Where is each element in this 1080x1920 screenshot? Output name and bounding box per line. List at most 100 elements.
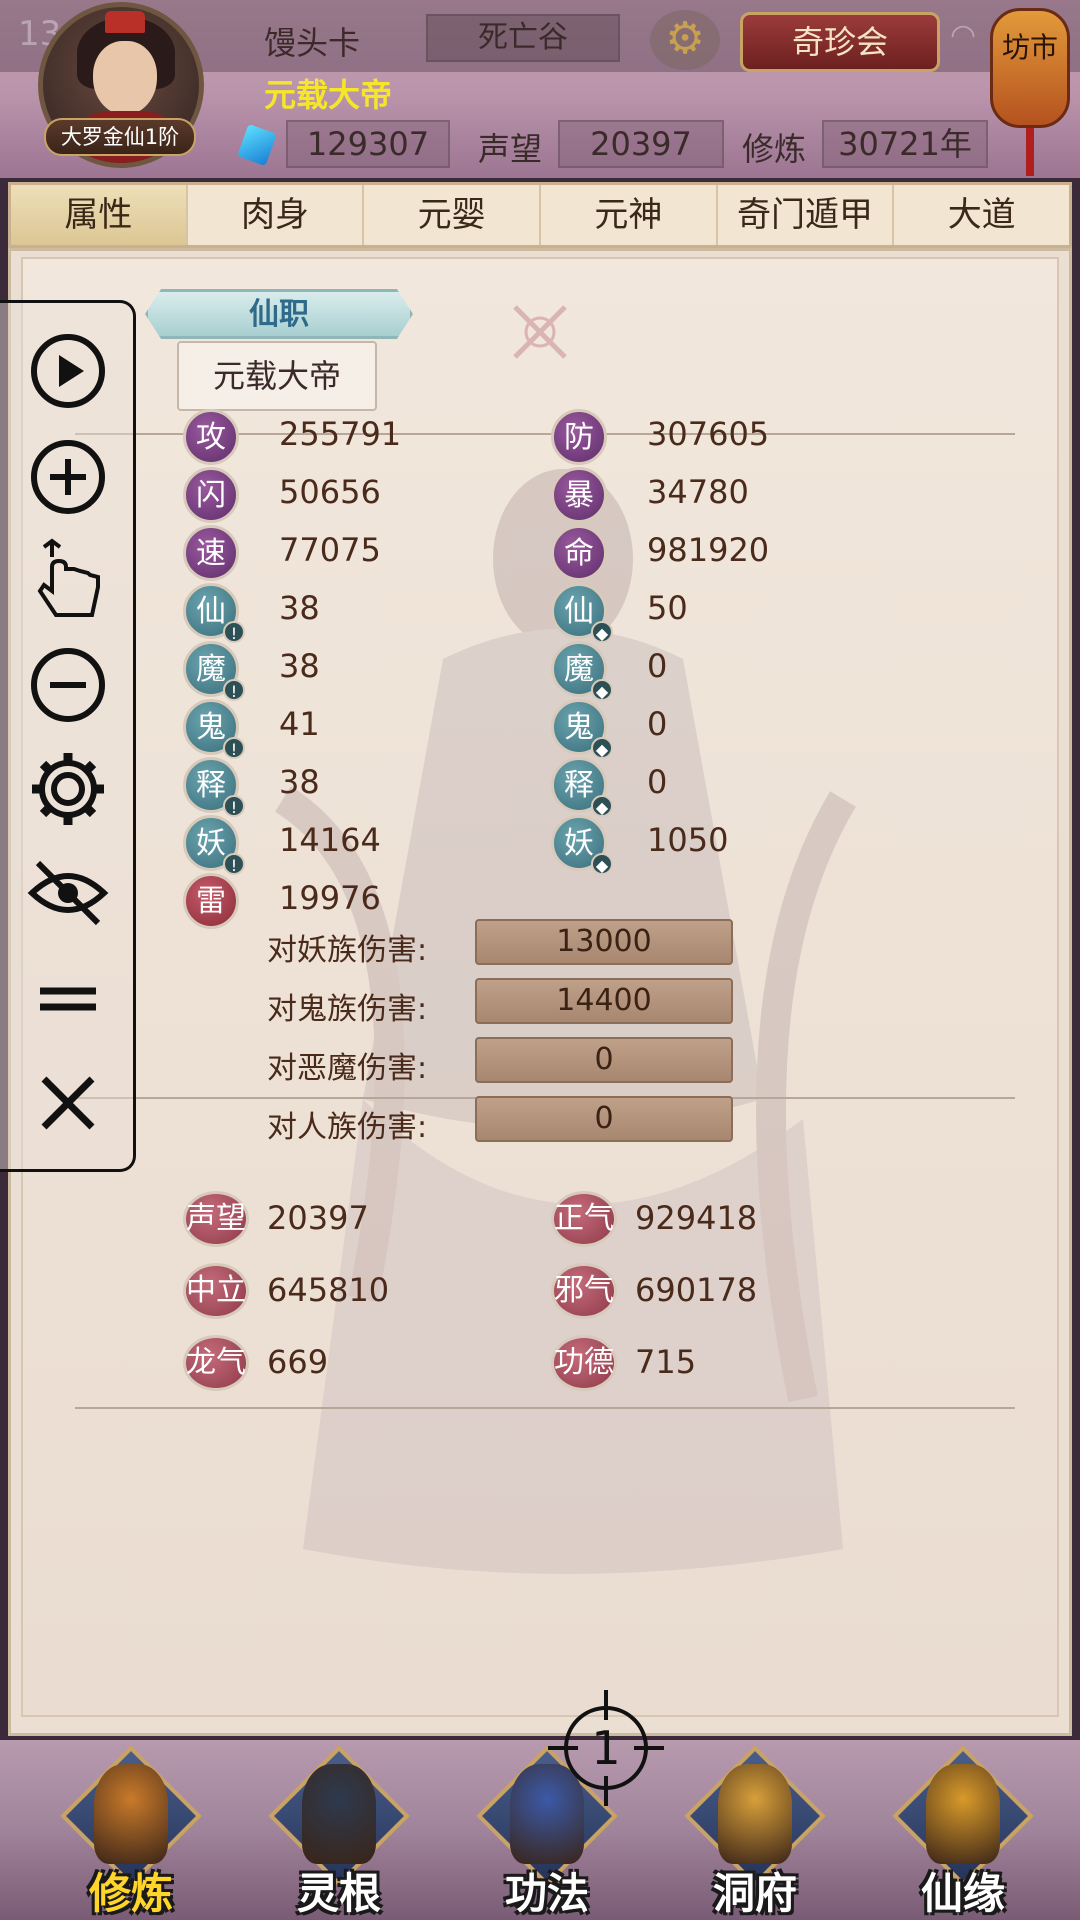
stat-row: 雷 19976 — [183, 873, 483, 929]
shield-badge-icon: ◆ — [591, 679, 613, 701]
stat-value: 38 — [279, 763, 320, 801]
area-name: 死亡谷 — [426, 14, 620, 62]
eye-off-icon[interactable] — [26, 851, 110, 935]
nav-fate-button[interactable]: 仙缘 — [888, 1745, 1038, 1918]
nav-cultivate-button[interactable]: 修炼 — [56, 1745, 206, 1918]
rank-value: 元载大帝 — [177, 341, 377, 411]
tab-3[interactable]: 元神 — [541, 185, 718, 245]
gem-icon — [237, 123, 277, 167]
reputation-icon: 声望 — [183, 1191, 249, 1247]
cultivation-value: 30721年 — [822, 120, 988, 168]
nav-label: 灵根 — [296, 1869, 381, 1918]
nav-spirit-root-button[interactable]: 灵根 — [264, 1745, 414, 1918]
stat-icon: 暴 — [551, 467, 607, 523]
gems-value: 129307 — [286, 120, 450, 168]
player-id: 馒头卡 — [264, 24, 361, 62]
stat-value: 34780 — [647, 473, 749, 511]
nav-label: 功法 — [504, 1869, 589, 1918]
minus-circle-icon[interactable] — [26, 643, 110, 727]
crosshair-icon[interactable]: 1 — [548, 1690, 664, 1806]
stat-icon: 雷 — [183, 873, 239, 929]
reputation-label: 声望 — [478, 130, 543, 168]
stat-row: 妖 ◆ 1050 — [551, 815, 851, 875]
stat-row: 鬼 ◆ 0 — [551, 699, 851, 759]
cave-dwelling-icon — [718, 1764, 792, 1864]
close-icon[interactable] — [26, 1061, 110, 1145]
tab-0[interactable]: 属性 — [11, 185, 188, 245]
swipe-hand-icon[interactable] — [26, 537, 110, 621]
wifi-icon: ◠ — [950, 18, 977, 53]
stat-row: 仙! 38 — [183, 583, 483, 643]
stat-row: 防 307605 — [551, 409, 851, 465]
stat-row: 仙 ◆ 50 — [551, 583, 851, 643]
reputation-value: 715 — [635, 1343, 697, 1381]
market-button[interactable]: 奇珍会 — [740, 12, 940, 72]
stat-icon: 闪 — [183, 467, 239, 523]
tab-5[interactable]: 大道 — [894, 185, 1069, 245]
reputation-value: 20397 — [267, 1199, 369, 1237]
stat-row: 速 77075 — [183, 525, 483, 581]
stat-row: 鬼! 41 — [183, 699, 483, 759]
damage-label: 对恶魔伤害: — [267, 1051, 428, 1086]
alert-badge-icon: ! — [223, 737, 245, 759]
stat-value: 41 — [279, 705, 320, 743]
stat-value: 307605 — [647, 415, 770, 453]
top-header: 13:36 ◠ 大罗金仙1阶 馒头卡 死亡谷 元载大帝 ⚙ 奇珍会 坊市 129… — [0, 0, 1080, 178]
reputation-value: 20397 — [558, 120, 724, 168]
double-line-icon[interactable] — [26, 957, 110, 1041]
lantern-market-button[interactable]: 坊市 — [990, 8, 1070, 128]
settings-gear-icon[interactable]: ⚙ — [650, 10, 720, 70]
gear-icon[interactable] — [26, 747, 110, 831]
alert-badge-icon: ! — [223, 679, 245, 701]
player-title: 元载大帝 — [264, 76, 393, 114]
tab-1[interactable]: 肉身 — [188, 185, 365, 245]
shield-badge-icon: ◆ — [591, 853, 613, 875]
stat-row: 释 ◆ 0 — [551, 757, 851, 817]
tab-2[interactable]: 元婴 — [364, 185, 542, 245]
stat-row: 闪 50656 — [183, 467, 483, 523]
stat-value: 255791 — [279, 415, 402, 453]
alert-badge-icon: ! — [223, 853, 245, 875]
alert-badge-icon: ! — [223, 795, 245, 817]
stat-value: 0 — [647, 763, 668, 801]
nav-label: 洞府 — [712, 1869, 797, 1918]
stat-icon: 防 — [551, 409, 607, 465]
stat-value: 50 — [647, 589, 688, 627]
attribute-panel: 仙职 元载大帝 攻 255791 闪 50656 速 77075 仙! 38 魔! 38 鬼! 41 释… — [8, 248, 1072, 1736]
damage-value: 0 — [475, 1096, 733, 1142]
reputation-icon: 功德 — [551, 1335, 617, 1391]
stat-row: 暴 34780 — [551, 467, 851, 523]
reputation-value: 669 — [267, 1343, 329, 1381]
shield-badge-icon: ◆ — [591, 795, 613, 817]
stat-row: 魔 ◆ 0 — [551, 641, 851, 701]
play-icon[interactable] — [26, 329, 110, 413]
fate-icon — [926, 1764, 1000, 1864]
stat-row: 攻 255791 — [183, 409, 483, 465]
crossed-swords-emblem-icon — [513, 305, 567, 359]
stat-row: 命 981920 — [551, 525, 851, 581]
reputation-icon: 正气 — [551, 1191, 617, 1247]
stat-value: 38 — [279, 589, 320, 627]
reputation-icon: 邪气 — [551, 1263, 617, 1319]
shield-badge-icon: ◆ — [591, 621, 613, 643]
stat-value: 19976 — [279, 879, 381, 917]
nav-label: 修炼 — [88, 1869, 173, 1918]
crosshair-label: 1 — [591, 1721, 620, 1775]
tab-4[interactable]: 奇门遁甲 — [718, 185, 895, 245]
reputation-icon: 中立 — [183, 1263, 249, 1319]
stat-value: 1050 — [647, 821, 729, 859]
rank-section-title: 仙职 — [145, 289, 413, 339]
damage-label: 对鬼族伤害: — [267, 992, 428, 1027]
cultivate-icon — [94, 1764, 168, 1864]
plus-circle-icon[interactable] — [26, 435, 110, 519]
rank-badge: 大罗金仙1阶 — [44, 118, 196, 156]
reputation-icon: 龙气 — [183, 1335, 249, 1391]
spirit-root-icon — [302, 1764, 376, 1864]
stat-row: 妖! 14164 — [183, 815, 483, 875]
reputation-value: 645810 — [267, 1271, 390, 1309]
stat-value: 981920 — [647, 531, 770, 569]
damage-value: 0 — [475, 1037, 733, 1083]
lantern-tassel — [1026, 128, 1034, 176]
stat-icon: 命 — [551, 525, 607, 581]
nav-cave-dwelling-button[interactable]: 洞府 — [680, 1745, 830, 1918]
